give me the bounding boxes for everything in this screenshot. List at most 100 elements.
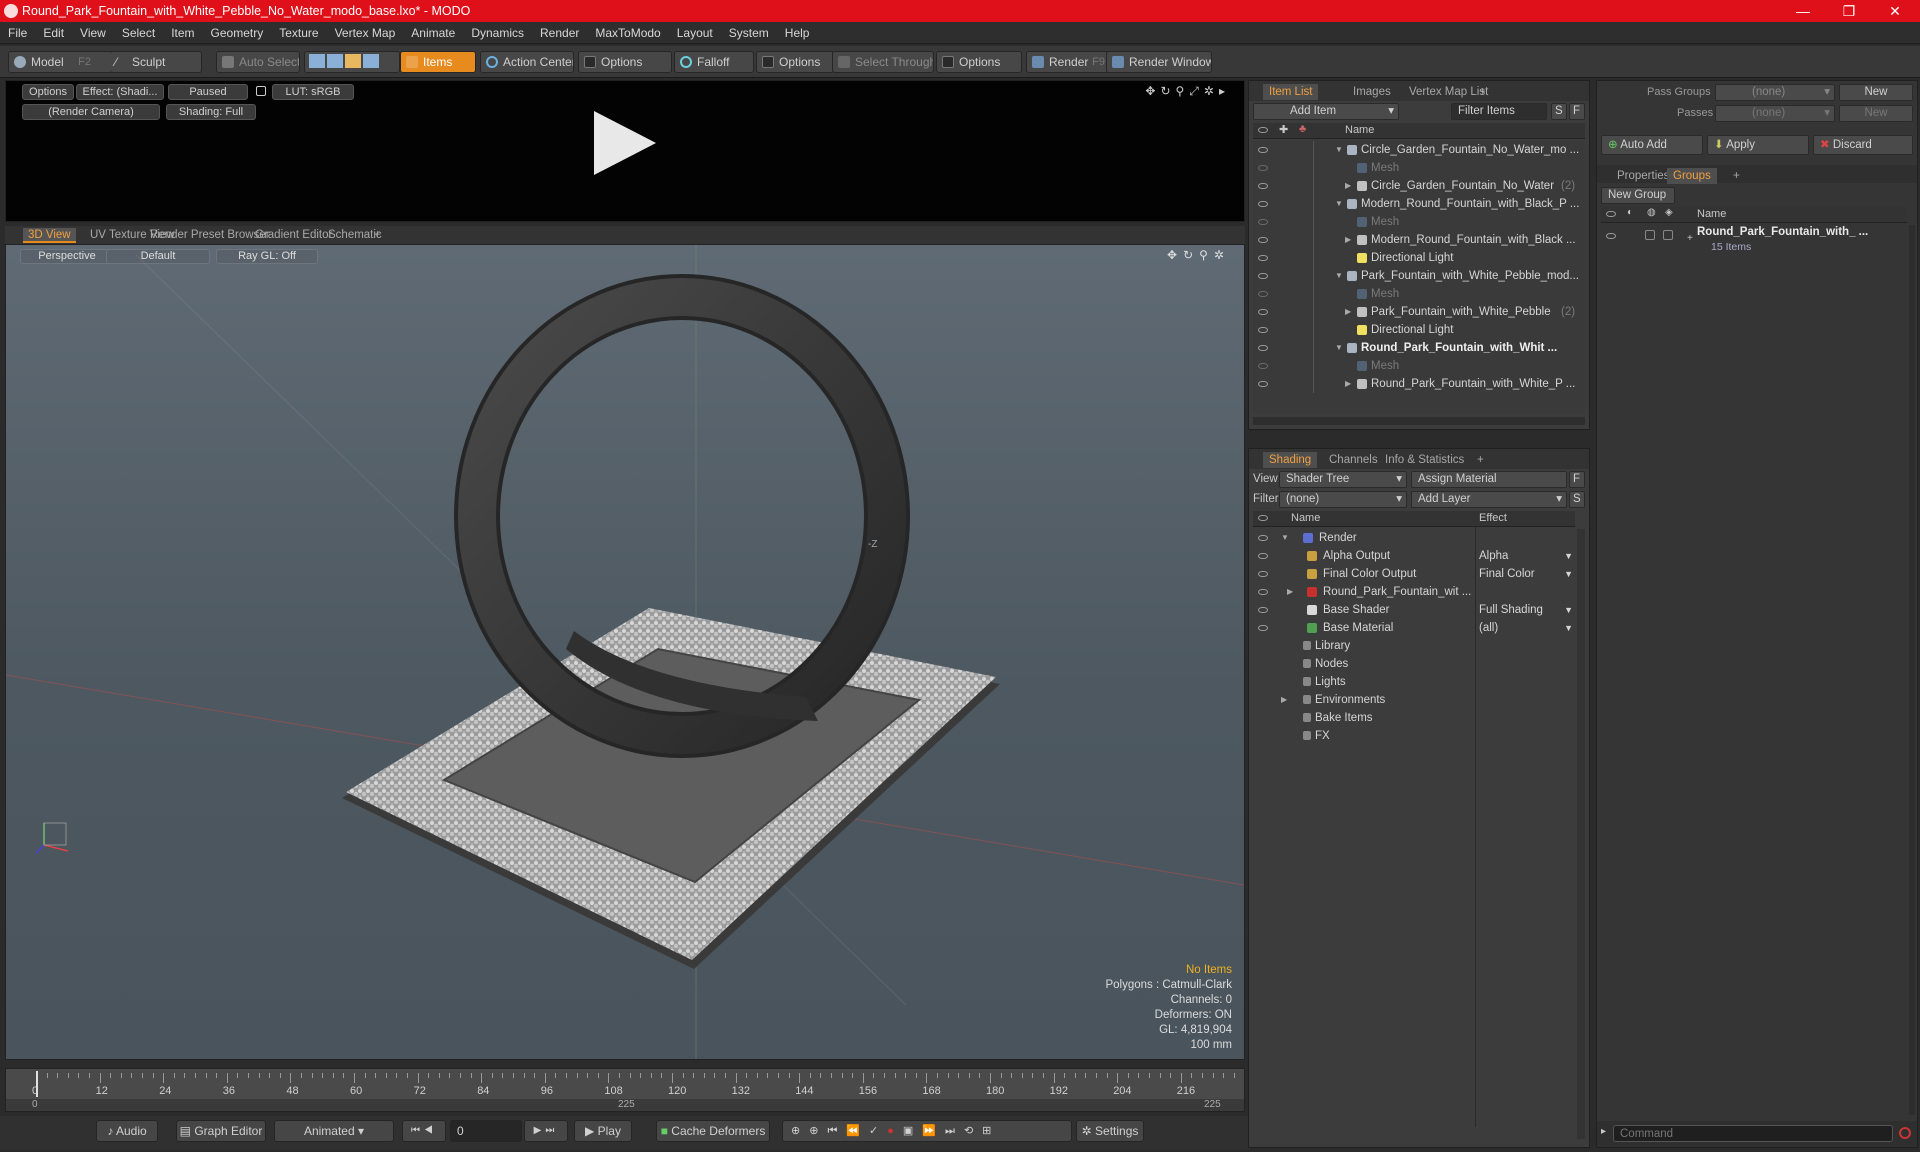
visibility-toggle-icon[interactable] xyxy=(1258,273,1268,279)
animated-dropdown[interactable]: Animated ▾ xyxy=(274,1120,394,1142)
expand-icon[interactable]: + xyxy=(1687,233,1693,244)
menu-dynamics[interactable]: Dynamics xyxy=(463,26,532,40)
lock-icon[interactable] xyxy=(256,86,266,96)
command-stop-icon[interactable] xyxy=(1899,1127,1911,1139)
shader-effect-dropdown[interactable]: Alpha ▼ xyxy=(1479,547,1575,565)
preview-lut-dropdown[interactable]: LUT: sRGB xyxy=(272,84,354,100)
visibility-toggle-icon[interactable] xyxy=(1258,237,1268,243)
next-key-icon[interactable]: ⏭ xyxy=(945,1125,964,1137)
expand-arrow-icon[interactable]: ▶ xyxy=(1345,303,1351,321)
visibility-toggle-icon[interactable] xyxy=(1258,219,1268,225)
timeline-ruler[interactable]: 0122436486072849610812013214415616818019… xyxy=(6,1069,1244,1099)
item-row[interactable]: ▶ Circle_Garden_Fountain_No_Water (2) xyxy=(1253,177,1585,195)
shading-s-button[interactable]: S xyxy=(1569,491,1585,508)
minimize-button[interactable]: — xyxy=(1780,0,1826,22)
key-icon[interactable]: ⊕ xyxy=(809,1125,827,1137)
shader-effect-dropdown[interactable]: (all) ▼ xyxy=(1479,619,1575,637)
item-row[interactable]: Mesh xyxy=(1253,213,1585,231)
gear-icon[interactable]: ✲ xyxy=(1204,84,1219,98)
tab-info-statistics[interactable]: Info & Statistics xyxy=(1379,452,1470,468)
visibility-toggle-icon[interactable] xyxy=(1258,255,1268,261)
tab-channels[interactable]: Channels xyxy=(1323,452,1384,468)
visibility-toggle-icon[interactable] xyxy=(1258,363,1268,369)
key-icon[interactable]: ▣ xyxy=(903,1125,922,1137)
first-frame-icon[interactable]: ⏮ xyxy=(411,1125,424,1136)
add-layer-dropdown[interactable]: Add Layer ▾ xyxy=(1411,491,1567,508)
menu-item[interactable]: Item xyxy=(163,26,202,40)
tab-groups[interactable]: Groups xyxy=(1667,168,1717,184)
edges-mode-icon[interactable] xyxy=(327,54,343,68)
key-icon[interactable]: ⊕ xyxy=(791,1125,809,1137)
menu-maxtomodo[interactable]: MaxToModo xyxy=(587,26,668,40)
prev-key-icon[interactable]: ⏮ xyxy=(827,1125,846,1137)
action-center-button[interactable]: Action Center xyxy=(480,51,574,73)
view-dropdown[interactable]: Shader Tree ▾ xyxy=(1279,471,1407,488)
action-center-options-button[interactable]: Options xyxy=(578,51,672,73)
tab-add[interactable]: + xyxy=(1473,84,1492,100)
maximize-icon[interactable]: ⤢ xyxy=(1189,84,1204,98)
filter-items-input[interactable]: Filter Items xyxy=(1451,103,1547,120)
play-preview-icon[interactable] xyxy=(594,111,656,175)
play-button[interactable]: ▶ Play xyxy=(574,1120,632,1142)
expand-arrow-icon[interactable]: ▶ xyxy=(1345,375,1351,393)
timeline-playhead[interactable] xyxy=(36,1071,38,1097)
next-frame-icon[interactable]: ▶ xyxy=(534,1125,546,1136)
record-icon[interactable]: ● xyxy=(887,1125,903,1137)
zoom-icon[interactable]: ⚲ xyxy=(1176,84,1190,98)
shader-tree-scrollbar[interactable] xyxy=(1577,529,1585,1139)
item-row[interactable]: ▶ Modern_Round_Fountain_with_Black ... xyxy=(1253,231,1585,249)
groups-scrollbar[interactable] xyxy=(1909,225,1915,1115)
preview-shading-dropdown[interactable]: Shading: Full xyxy=(166,104,256,120)
visibility-toggle-icon[interactable] xyxy=(1258,327,1268,333)
visibility-toggle-icon[interactable] xyxy=(1258,589,1268,595)
item-row[interactable]: Directional Light xyxy=(1253,249,1585,267)
menu-geometry[interactable]: Geometry xyxy=(203,26,272,40)
arrow-icon[interactable]: ▸ xyxy=(1219,84,1230,98)
last-frame-icon[interactable]: ⏭ xyxy=(545,1125,558,1136)
rotate-icon[interactable]: ↻ xyxy=(1160,84,1175,98)
shader-effect-dropdown[interactable]: Final Color ▼ xyxy=(1479,565,1575,583)
add-item-dropdown[interactable]: Add Item ▾ xyxy=(1253,103,1399,120)
search-f-button[interactable]: F xyxy=(1569,103,1585,120)
select-checkbox[interactable] xyxy=(1663,230,1673,240)
visibility-toggle-icon[interactable] xyxy=(1258,183,1268,189)
render-button[interactable]: Render F9 xyxy=(1026,51,1110,73)
shader-row[interactable]: Nodes xyxy=(1253,655,1575,673)
cache-deformers-button[interactable]: ■ Cache Deformers xyxy=(656,1120,770,1142)
visibility-toggle-icon[interactable] xyxy=(1258,147,1268,153)
visibility-toggle-icon[interactable] xyxy=(1606,233,1616,239)
move-icon[interactable]: ✥ xyxy=(1145,84,1160,98)
settings-button[interactable]: ✲ Settings xyxy=(1076,1120,1144,1142)
discard-button[interactable]: ✖ Discard xyxy=(1813,135,1913,155)
new-group-button[interactable]: New Group xyxy=(1601,187,1675,204)
items-mode-button[interactable]: Items xyxy=(400,51,476,73)
shader-row[interactable]: FX xyxy=(1253,727,1575,745)
select-through-button[interactable]: Select Through xyxy=(832,51,934,73)
expand-arrow-icon[interactable]: ▼ xyxy=(1281,529,1289,547)
menu-animate[interactable]: Animate xyxy=(403,26,463,40)
step-back-buttons[interactable]: ⏮◀ xyxy=(402,1120,446,1142)
visibility-toggle-icon[interactable] xyxy=(1258,291,1268,297)
command-expand-icon[interactable]: ▸ xyxy=(1601,1126,1606,1137)
expand-arrow-icon[interactable]: ▶ xyxy=(1287,583,1293,601)
visibility-toggle-icon[interactable] xyxy=(1258,381,1268,387)
shader-row[interactable]: Base Material (all) ▼ xyxy=(1253,619,1575,637)
falloff-options-button[interactable]: Options xyxy=(756,51,834,73)
preview-options-button[interactable]: Options xyxy=(22,84,74,100)
visibility-toggle-icon[interactable] xyxy=(1258,201,1268,207)
step-forward-buttons[interactable]: ▶⏭ xyxy=(524,1120,568,1142)
shader-row[interactable]: Base Shader Full Shading ▼ xyxy=(1253,601,1575,619)
menu-layout[interactable]: Layout xyxy=(669,26,721,40)
pass-groups-dropdown[interactable]: (none) ▾ xyxy=(1715,84,1835,101)
prev-key-icon[interactable]: ⏪ xyxy=(846,1125,869,1137)
materials-mode-icon[interactable] xyxy=(363,54,379,68)
preview-paused-button[interactable]: Paused xyxy=(168,84,248,100)
menu-select[interactable]: Select xyxy=(114,26,163,40)
item-list-scrollbar[interactable] xyxy=(1253,417,1585,425)
menu-view[interactable]: View xyxy=(72,26,114,40)
item-row[interactable]: ▼ Modern_Round_Fountain_with_Black_P ... xyxy=(1253,195,1585,213)
item-row[interactable]: ▼ Round_Park_Fountain_with_Whit ... xyxy=(1253,339,1585,357)
visibility-toggle-icon[interactable] xyxy=(1258,553,1268,559)
item-row[interactable]: ▶ Park_Fountain_with_White_Pebble (2) xyxy=(1253,303,1585,321)
menu-system[interactable]: System xyxy=(721,26,777,40)
